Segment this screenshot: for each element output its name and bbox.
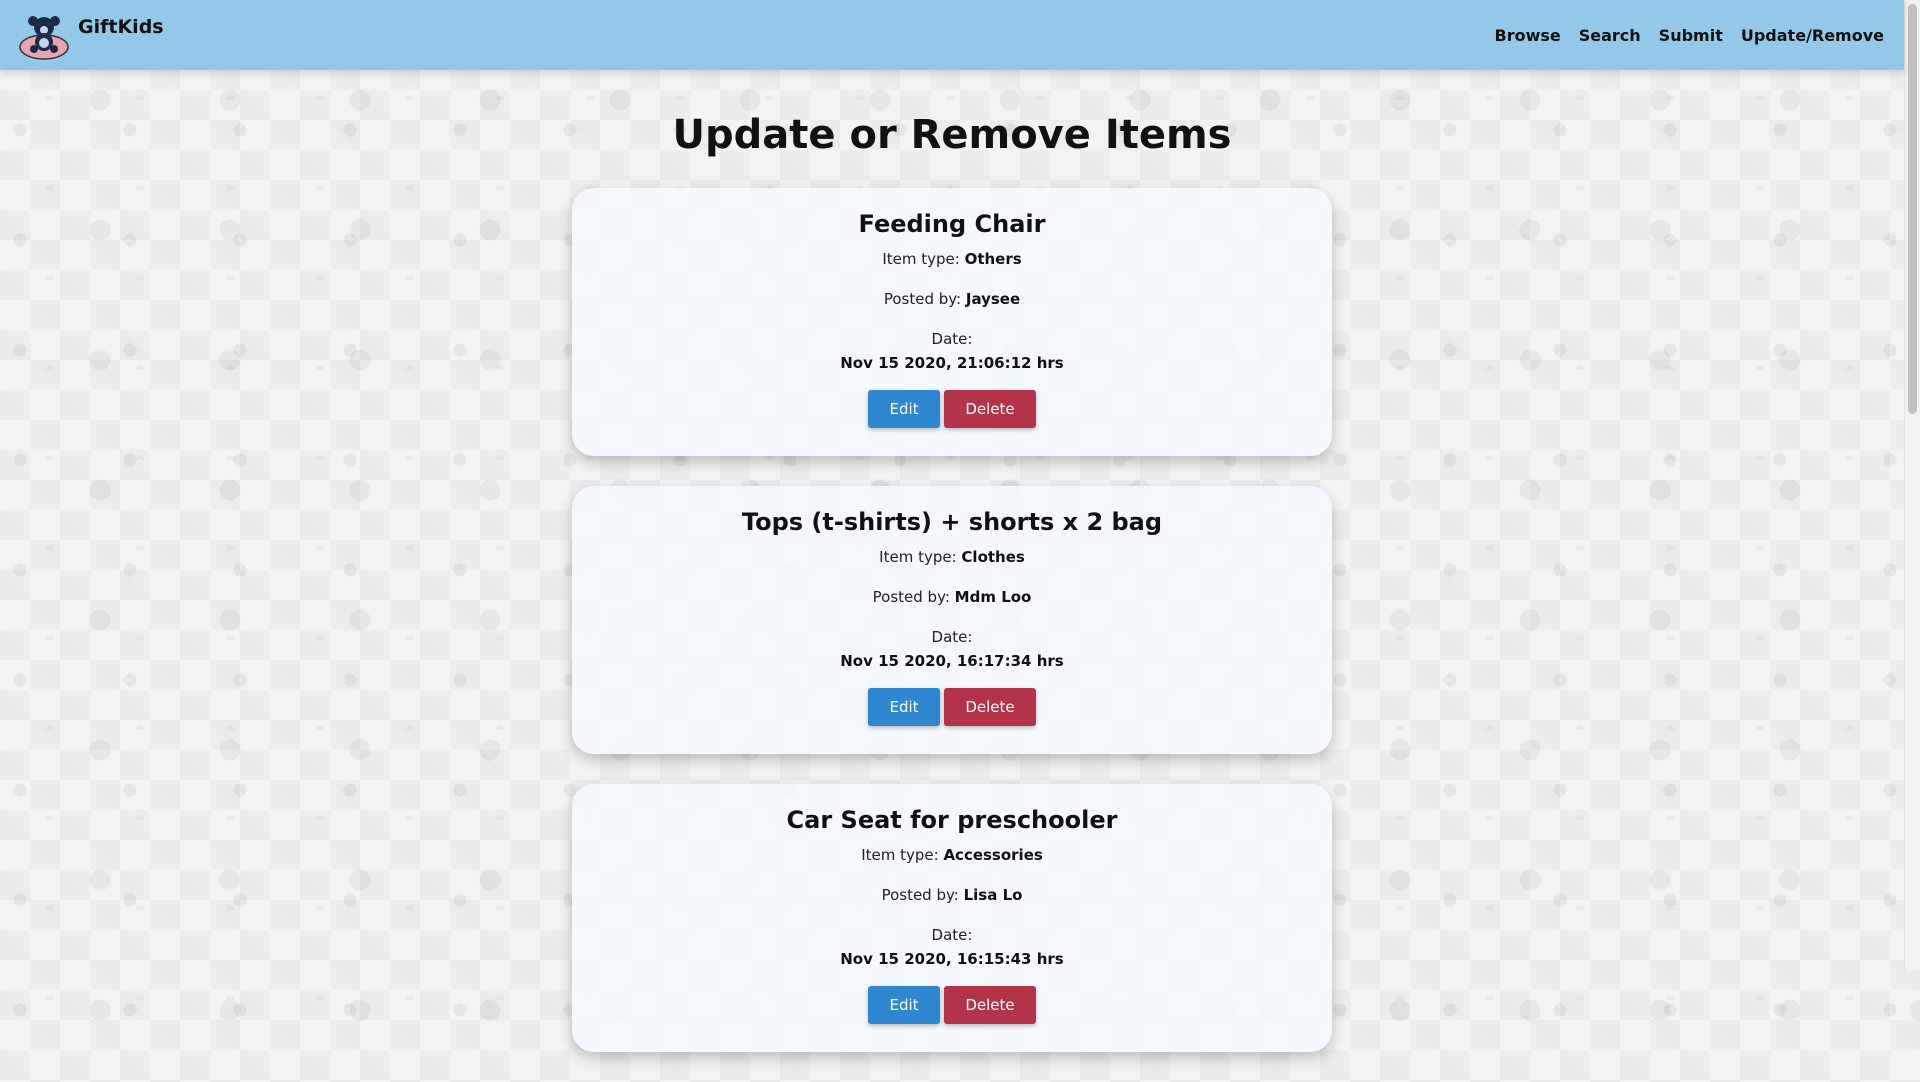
date-label: Date: <box>931 628 973 646</box>
date-value: Nov 15 2020, 16:15:43 hrs <box>840 950 1064 968</box>
posted-by-label: Posted by: <box>881 886 964 904</box>
edit-button[interactable]: Edit <box>868 688 940 726</box>
item-poster: Posted by: Mdm Loo <box>572 588 1332 606</box>
nav-links: Browse Search Submit Update/Remove <box>1495 26 1885 45</box>
delete-button[interactable]: Delete <box>944 688 1036 726</box>
item-poster: Posted by: Jaysee <box>572 290 1332 308</box>
item-title: Car Seat for preschooler <box>786 806 1118 834</box>
item-card: Tops (t-shirts) + shorts x 2 bag Item ty… <box>572 486 1332 754</box>
posted-by-value: Jaysee <box>965 290 1021 308</box>
item-type-value: Others <box>964 250 1022 268</box>
item-type-label: Item type: <box>879 548 962 566</box>
date-value: Nov 15 2020, 16:17:34 hrs <box>840 652 1064 670</box>
teddy-bear-logo-icon <box>19 16 69 60</box>
brand-link[interactable]: GiftKids <box>18 9 164 61</box>
page-title: Update or Remove Items <box>672 112 1232 158</box>
edit-button[interactable]: Edit <box>868 390 940 428</box>
date-label: Date: <box>931 926 973 944</box>
posted-by-value: Lisa Lo <box>963 886 1023 904</box>
item-actions: Edit Delete <box>572 986 1332 1024</box>
delete-button[interactable]: Delete <box>944 390 1036 428</box>
scrollbar-thumb[interactable] <box>1908 4 1917 414</box>
item-card: Car Seat for preschooler Item type: Acce… <box>572 784 1332 1052</box>
item-title: Feeding Chair <box>858 210 1046 238</box>
item-type-value: Clothes <box>961 548 1025 566</box>
navbar: GiftKids Browse Search Submit Update/Rem… <box>0 0 1904 70</box>
item-poster: Posted by: Lisa Lo <box>572 886 1332 904</box>
item-type: Item type: Accessories <box>572 846 1332 864</box>
edit-button[interactable]: Edit <box>868 986 940 1024</box>
brand-name: GiftKids <box>78 16 164 38</box>
date-value: Nov 15 2020, 21:06:12 hrs <box>840 354 1064 372</box>
nav-submit[interactable]: Submit <box>1659 26 1723 45</box>
item-type-label: Item type: <box>861 846 944 864</box>
delete-button[interactable]: Delete <box>944 986 1036 1024</box>
nav-update-remove[interactable]: Update/Remove <box>1741 26 1884 45</box>
page-scrollbar[interactable] <box>1904 0 1920 970</box>
posted-by-label: Posted by: <box>883 290 966 308</box>
item-type: Item type: Others <box>572 250 1332 268</box>
posted-by-value: Mdm Loo <box>954 588 1032 606</box>
posted-by-label: Posted by: <box>872 588 955 606</box>
item-title: Tops (t-shirts) + shorts x 2 bag <box>741 508 1163 536</box>
item-type-value: Accessories <box>943 846 1043 864</box>
item-actions: Edit Delete <box>572 390 1332 428</box>
item-type-label: Item type: <box>882 250 965 268</box>
item-type: Item type: Clothes <box>572 548 1332 566</box>
item-list: Feeding Chair Item type: Others Posted b… <box>572 188 1332 1082</box>
nav-browse[interactable]: Browse <box>1495 26 1561 45</box>
date-label: Date: <box>931 330 973 348</box>
nav-search[interactable]: Search <box>1579 26 1641 45</box>
item-card: Feeding Chair Item type: Others Posted b… <box>572 188 1332 456</box>
item-actions: Edit Delete <box>572 688 1332 726</box>
